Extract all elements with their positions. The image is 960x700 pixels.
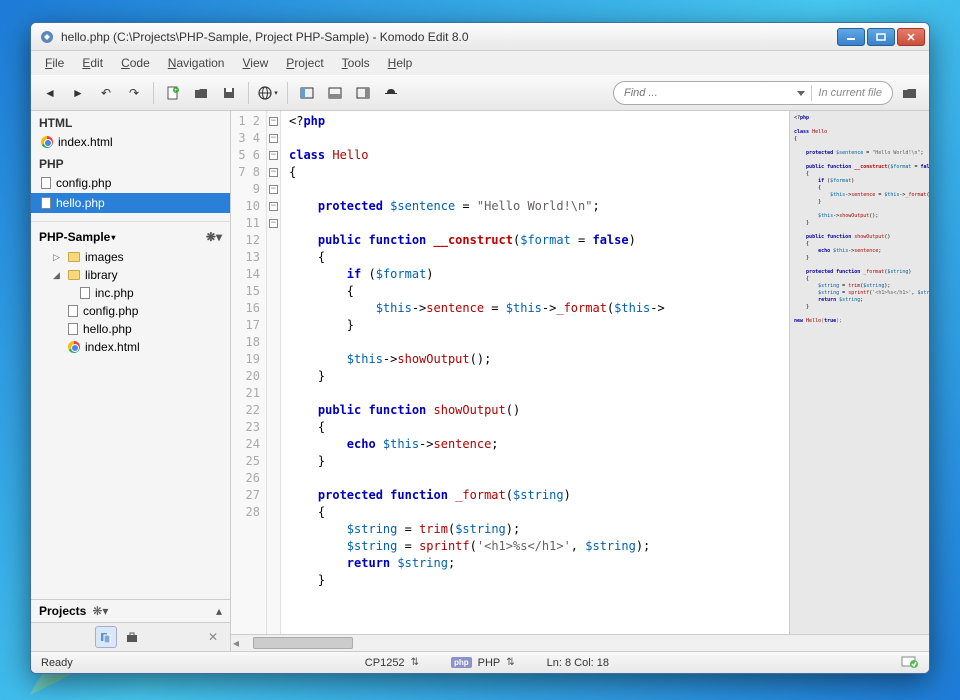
tree-folder[interactable]: ▷ images [31, 248, 230, 266]
file-label: config.php [56, 176, 111, 190]
language-field[interactable]: php PHP ⇅ [451, 657, 515, 669]
project-name: PHP-Sample [39, 230, 110, 244]
svg-text:+: + [174, 88, 178, 94]
collapse-icon[interactable]: ▴ [216, 604, 222, 618]
chrome-icon [68, 341, 80, 353]
undo-button[interactable]: ↶ [95, 82, 117, 104]
panel-left-button[interactable] [296, 82, 318, 104]
forward-button[interactable]: ► [67, 82, 89, 104]
search-dropdown-icon[interactable] [797, 91, 805, 96]
tree-file[interactable]: hello.php [31, 320, 230, 338]
menu-view[interactable]: View [234, 53, 276, 73]
projects-footer[interactable]: Projects ❋▾ ▴ [31, 599, 230, 622]
tab-files-icon[interactable] [95, 626, 117, 648]
open-folder-button[interactable] [899, 82, 921, 104]
status-text: Ready [41, 657, 73, 669]
sync-icon[interactable] [901, 654, 919, 671]
chevron-icon[interactable]: ◢ [53, 270, 63, 281]
line-gutter: 1 2 3 4 5 6 7 8 9 10 11 12 13 14 15 16 1… [231, 111, 267, 634]
tree-folder[interactable]: ◢ library [31, 266, 230, 284]
sidebar: HTML index.html PHP config.php hello.php PHP… [31, 111, 231, 651]
menu-edit[interactable]: Edit [74, 53, 111, 73]
document-icon [41, 177, 51, 189]
panel-bottom-button[interactable] [324, 82, 346, 104]
statusbar: Ready CP1252 ⇅ php PHP ⇅ Ln: 8 Col: 18 [31, 651, 929, 673]
sidebar-close-icon[interactable]: ✕ [204, 630, 222, 644]
tree-label: library [85, 268, 118, 282]
save-button[interactable] [218, 82, 240, 104]
search-box[interactable]: In current file [613, 81, 893, 105]
close-button[interactable] [897, 28, 925, 46]
file-label: hello.php [56, 196, 105, 210]
tree-label: index.html [85, 340, 140, 354]
encoding-field[interactable]: CP1252 ⇅ [365, 657, 419, 669]
cursor-position: Ln: 8 Col: 18 [547, 657, 609, 669]
open-file-item[interactable]: index.html [31, 132, 230, 152]
panel-right-button[interactable] [352, 82, 374, 104]
redo-button[interactable]: ↷ [123, 82, 145, 104]
open-file-item[interactable]: config.php [31, 173, 230, 193]
scrollbar-thumb[interactable] [253, 637, 353, 649]
gear-icon[interactable]: ❋▾ [206, 230, 222, 244]
new-file-button[interactable]: + [162, 82, 184, 104]
document-icon [41, 197, 51, 209]
menu-code[interactable]: Code [113, 53, 158, 73]
tab-toolbox-icon[interactable] [121, 626, 143, 648]
menubar: FileEditCodeNavigationViewProjectToolsHe… [31, 51, 929, 75]
maximize-button[interactable] [867, 28, 895, 46]
file-label: index.html [58, 135, 113, 149]
fold-gutter[interactable]: − − − − − − − [267, 111, 281, 634]
chevron-icon[interactable]: ▷ [53, 252, 63, 263]
project-header[interactable]: PHP-Sample▾ ❋▾ [31, 226, 230, 248]
projects-label: Projects [39, 604, 86, 618]
menu-file[interactable]: File [37, 53, 72, 73]
folder-icon [68, 252, 80, 262]
gear-icon[interactable]: ❋▾ [92, 604, 108, 618]
chrome-icon [41, 136, 53, 148]
titlebar[interactable]: hello.php (C:\Projects\PHP-Sample, Proje… [31, 23, 929, 51]
toolbar: ◄ ► ↶ ↷ + ▾ In current file [31, 75, 929, 111]
document-icon [68, 323, 78, 335]
tree-label: inc.php [95, 286, 134, 300]
minimap[interactable]: <?php class Hello { protected $sentence … [789, 111, 929, 634]
editor[interactable]: 1 2 3 4 5 6 7 8 9 10 11 12 13 14 15 16 1… [231, 111, 929, 634]
minimize-button[interactable] [837, 28, 865, 46]
horizontal-scrollbar[interactable]: ◂ [231, 634, 929, 651]
tree-file[interactable]: index.html [31, 338, 230, 356]
menu-navigation[interactable]: Navigation [160, 53, 233, 73]
search-input[interactable] [624, 87, 791, 99]
tree-label: config.php [83, 304, 138, 318]
folder-icon [68, 270, 80, 280]
document-icon [80, 287, 90, 299]
code-area[interactable]: <?php class Hello { protected $sentence … [281, 111, 789, 634]
search-scope-label[interactable]: In current file [818, 87, 882, 99]
back-button[interactable]: ◄ [39, 82, 61, 104]
menu-help[interactable]: Help [380, 53, 421, 73]
panel-hat-button[interactable] [380, 82, 402, 104]
browser-preview-button[interactable]: ▾ [257, 82, 279, 104]
tree-label: images [85, 250, 124, 264]
tree-label: hello.php [83, 322, 132, 336]
menu-tools[interactable]: Tools [334, 53, 378, 73]
open-button[interactable] [190, 82, 212, 104]
app-window: hello.php (C:\Projects\PHP-Sample, Proje… [30, 22, 930, 674]
sidebar-group-php: PHP [31, 152, 230, 173]
document-icon [68, 305, 78, 317]
app-icon [39, 29, 55, 45]
menu-project[interactable]: Project [278, 53, 331, 73]
tree-file[interactable]: inc.php [31, 284, 230, 302]
tree-file[interactable]: config.php [31, 302, 230, 320]
sidebar-group-html: HTML [31, 111, 230, 132]
open-file-item[interactable]: hello.php [31, 193, 230, 213]
window-title: hello.php (C:\Projects\PHP-Sample, Proje… [61, 30, 837, 44]
